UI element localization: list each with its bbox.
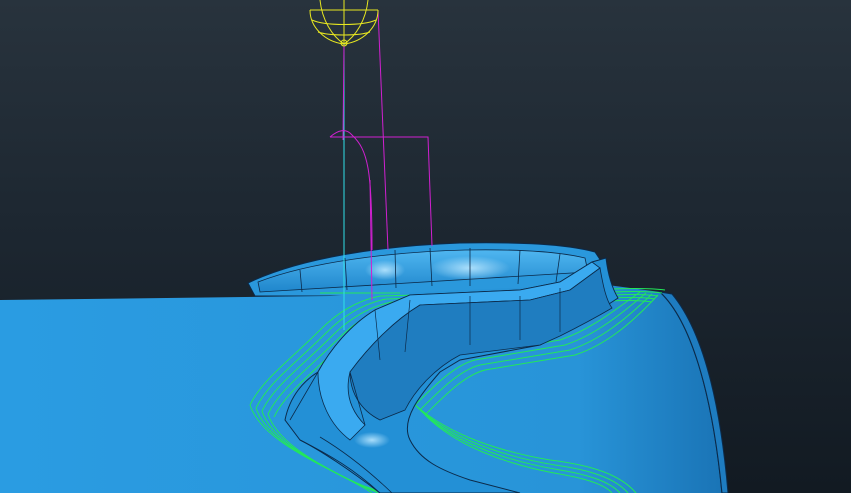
cad-3d-viewport[interactable] [0,0,851,493]
cam-scene [0,0,729,493]
tool-holder-wireframe [309,0,379,47]
